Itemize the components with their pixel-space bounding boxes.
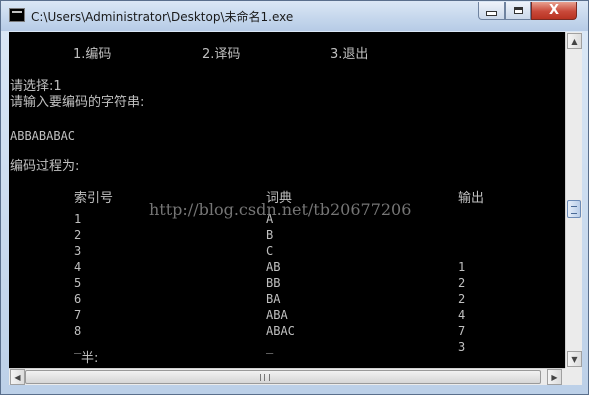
row-output: 4 xyxy=(458,308,466,322)
vertical-scroll-thumb[interactable] xyxy=(567,200,581,218)
row-dict: B xyxy=(266,228,274,242)
title-bar[interactable]: C:\Users\Administrator\Desktop\未命名1.exe … xyxy=(1,1,588,31)
menu-option-exit: 3.退出 xyxy=(330,47,369,62)
row-index: 6 xyxy=(74,292,82,306)
process-label: 编码过程为: xyxy=(10,159,80,174)
vertical-scrollbar[interactable]: ▲ ▼ xyxy=(565,32,582,368)
row-index: 7 xyxy=(74,308,82,322)
scroll-right-button[interactable]: ▶ xyxy=(547,369,562,385)
row-dict: BA xyxy=(266,292,281,306)
row-output: 3 xyxy=(458,340,466,354)
close-icon: X xyxy=(548,3,560,18)
horizontal-scrollbar[interactable]: ◀ ▶ xyxy=(9,368,565,385)
minimize-button[interactable] xyxy=(478,2,505,20)
cut-off-text: 半: xyxy=(81,351,99,366)
grip-icon xyxy=(260,374,270,381)
input-string: ABBABABAC xyxy=(10,129,76,143)
header-output: 输出 xyxy=(458,191,485,206)
right-arrow-icon: ▶ xyxy=(551,372,558,382)
menu-option-decode: 2.译码 xyxy=(202,47,241,62)
row-index: 5 xyxy=(74,276,82,290)
row-output: 2 xyxy=(458,292,466,306)
maximize-icon xyxy=(513,7,523,14)
scroll-down-button[interactable]: ▼ xyxy=(567,351,582,367)
console-output[interactable]: 1.编码 2.译码 3.退出 请选择:1 请输入要编码的字符串: ABBABAB… xyxy=(9,32,565,368)
row-dict: ABA xyxy=(266,308,288,322)
row-output: 1 xyxy=(458,260,466,274)
scrollbar-corner xyxy=(565,368,582,385)
console-window: C:\Users\Administrator\Desktop\未命名1.exe … xyxy=(0,0,589,395)
up-arrow-icon: ▲ xyxy=(571,36,578,46)
console-app-icon[interactable] xyxy=(9,8,25,22)
scroll-left-button[interactable]: ◀ xyxy=(10,369,25,385)
row-output: 2 xyxy=(458,276,466,290)
prompt-input: 请输入要编码的字符串: xyxy=(10,95,145,110)
row-dict: _ xyxy=(266,340,274,354)
row-index: 1 xyxy=(74,212,82,226)
close-button[interactable]: X xyxy=(531,2,577,20)
down-arrow-icon: ▼ xyxy=(571,354,578,364)
minimize-icon xyxy=(486,11,497,16)
menu-option-encode: 1.编码 xyxy=(73,47,112,62)
row-index: 2 xyxy=(74,228,82,242)
header-index: 索引号 xyxy=(74,191,114,206)
row-dict: C xyxy=(266,244,274,258)
watermark: http://blog.csdn.net/tb20677206 xyxy=(149,200,412,219)
row-index: 8 xyxy=(74,324,82,338)
row-dict: BB xyxy=(266,276,281,290)
row-output: 7 xyxy=(458,324,466,338)
row-dict: ABAC xyxy=(266,324,295,338)
prompt-choice: 请选择:1 xyxy=(10,79,62,94)
row-index: 4 xyxy=(74,260,82,274)
scroll-up-button[interactable]: ▲ xyxy=(567,33,582,49)
horizontal-scroll-thumb[interactable] xyxy=(25,370,541,384)
row-dict: AB xyxy=(266,260,281,274)
left-arrow-icon: ◀ xyxy=(14,372,21,382)
maximize-button[interactable] xyxy=(505,2,531,20)
window-title: C:\Users\Administrator\Desktop\未命名1.exe xyxy=(31,10,294,24)
row-index: 3 xyxy=(74,244,82,258)
